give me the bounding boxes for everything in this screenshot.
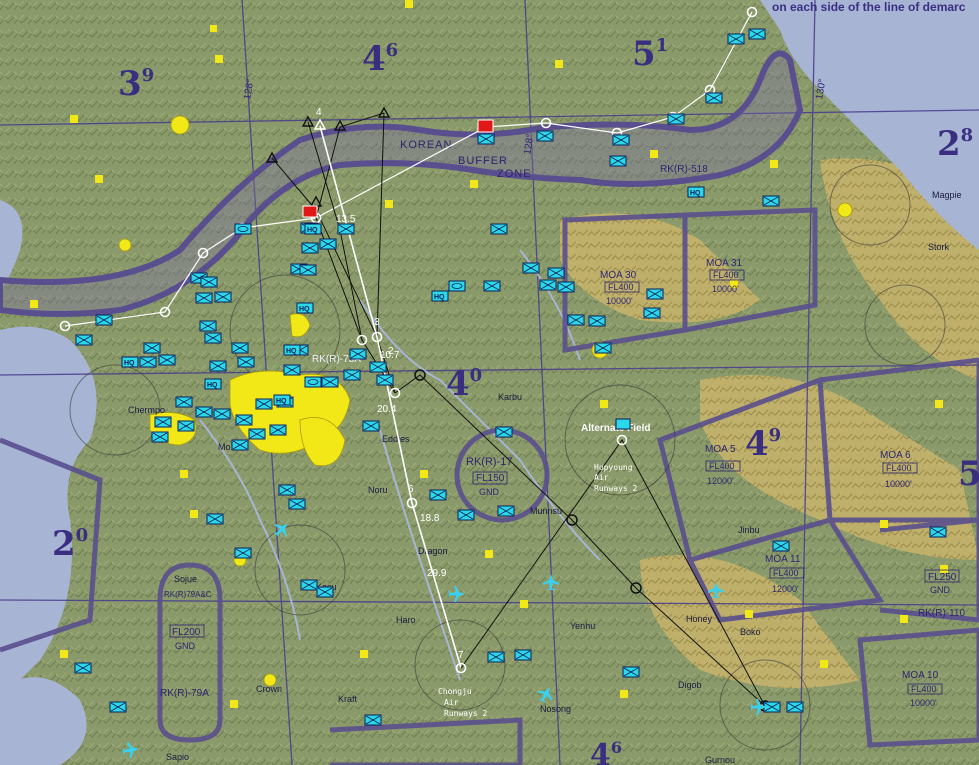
airfield-text: Hopyoung	[594, 463, 633, 472]
place-name: Chermpo	[128, 405, 165, 415]
place-name: Sojue	[174, 574, 197, 584]
hq-label: HQ	[307, 227, 318, 234]
place-name: Karbu	[498, 392, 522, 402]
place-name: Honey	[686, 614, 713, 624]
place-name: Noru	[368, 485, 388, 495]
svg-text:MOA 6: MOA 6	[880, 450, 911, 461]
hq-label: HQ	[124, 360, 135, 367]
svg-text:RK(R)79A&C: RK(R)79A&C	[164, 590, 212, 599]
svg-text:10000': 10000'	[712, 284, 739, 294]
place-name: Stork	[928, 242, 950, 252]
airfield-title: Chongju	[438, 687, 472, 696]
place-name: Gurnou	[705, 755, 735, 765]
place-name: Crown	[256, 684, 282, 694]
waypoint-label: 7	[458, 650, 464, 661]
svg-text:FL150: FL150	[476, 473, 505, 484]
distance-label: 10.7	[380, 350, 400, 361]
waypoint-label: 6	[408, 484, 414, 495]
svg-text:10000': 10000'	[885, 479, 912, 489]
svg-text:GND: GND	[479, 487, 500, 497]
svg-text:FL400: FL400	[608, 282, 634, 292]
place-name: Eddies	[382, 434, 410, 444]
svg-text:FL400: FL400	[773, 568, 799, 578]
hq-label: HQ	[299, 306, 310, 313]
banner-text: on each side of the line of demarc	[772, 0, 966, 14]
svg-text:GND: GND	[175, 641, 196, 651]
buffer-zone-text: BUFFER	[458, 155, 508, 167]
restricted-label: RK(R)-17	[466, 456, 512, 468]
svg-text:MOA 10: MOA 10	[902, 670, 939, 681]
place-name: Mo	[218, 442, 231, 452]
restricted-label: RK(R)-110	[918, 608, 965, 619]
buffer-zone-text: ZONE	[497, 168, 532, 180]
distance-label: 13.5	[336, 214, 356, 225]
distance-label: 18.8	[420, 513, 440, 524]
svg-text:12000': 12000'	[707, 476, 734, 486]
hq-label: HQ	[434, 294, 445, 301]
restricted-label: RK(R)-518	[660, 164, 708, 175]
svg-text:10000': 10000'	[606, 296, 633, 306]
place-name: Yenhu	[570, 621, 595, 631]
tactical-map[interactable]: 39 46 51 28 40 49 20 5 46 on each side o…	[0, 0, 979, 765]
place-name: Haro	[396, 615, 416, 625]
place-name: Digob	[678, 680, 702, 690]
place-name: Boko	[740, 627, 761, 637]
svg-text:FL400: FL400	[709, 461, 735, 471]
airfield-text: Air	[594, 473, 609, 482]
place-name: Munnsu	[530, 506, 562, 516]
airfield-text: Runways 2	[444, 709, 488, 718]
hq-label: HQ	[276, 398, 287, 405]
place-name: Nosong	[540, 704, 571, 714]
hq-label: HQ	[286, 348, 297, 355]
svg-text:MOA 31: MOA 31	[706, 258, 743, 269]
svg-text:MOA 5: MOA 5	[705, 444, 736, 455]
place-name: Jinbu	[738, 525, 760, 535]
place-name: Sapio	[166, 752, 189, 762]
place-name: Magpie	[932, 190, 962, 200]
place-name: Dragon	[418, 546, 448, 556]
waypoint-label: 4	[316, 107, 322, 118]
hq-label: HQ	[207, 382, 218, 389]
airfield-text: Runways 2	[594, 484, 638, 493]
svg-text:GND: GND	[930, 585, 951, 595]
restricted-label: RK(R)-79A	[160, 688, 209, 699]
svg-text:FL400: FL400	[911, 684, 937, 694]
svg-text:FL200: FL200	[172, 627, 201, 638]
svg-text:MOA 11: MOA 11	[765, 554, 801, 565]
svg-text:12000': 12000'	[772, 584, 799, 594]
svg-text:FL400: FL400	[886, 463, 912, 473]
airfield-text: Air	[444, 698, 459, 707]
distance-label: 29.9	[427, 568, 447, 579]
svg-text:MOA 30: MOA 30	[600, 270, 637, 281]
distance-label: 20.4	[377, 404, 397, 415]
svg-text:FL250: FL250	[928, 572, 957, 583]
svg-text:FL400: FL400	[713, 270, 739, 280]
waypoint-label: 3	[374, 317, 380, 328]
svg-text:10000': 10000'	[910, 698, 937, 708]
grid-label: 5	[958, 454, 979, 494]
hq-label: HQ	[690, 190, 701, 197]
place-name: Kraft	[338, 694, 358, 704]
